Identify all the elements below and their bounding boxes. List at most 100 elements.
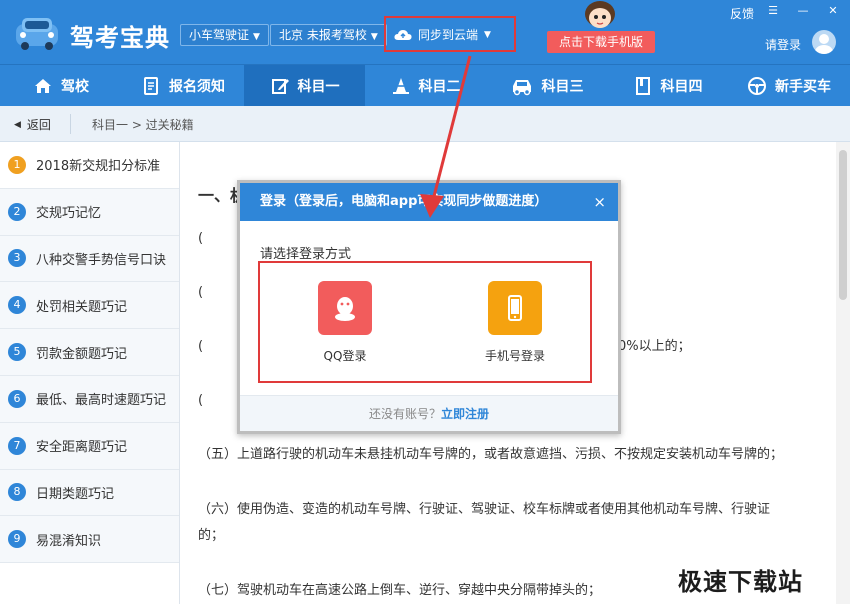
sidebar-item-1[interactable]: 1 2018新交规扣分标准 — [0, 142, 179, 189]
nav-item-subject-two[interactable]: 科目二 — [365, 65, 486, 107]
nav-label: 科目四 — [660, 79, 703, 95]
login-options-highlight: QQ登录 手机号登录 — [258, 261, 592, 383]
sidebar-item-label: 交规巧记忆 — [36, 206, 102, 222]
sidebar-item-9[interactable]: 9 易混淆知识 — [0, 516, 179, 564]
paragraph-fragment: 0%以上的； — [618, 339, 691, 354]
feedback-link[interactable]: 反馈 — [730, 5, 754, 22]
dialog-footer: 还没有账号？立即注册 — [240, 395, 618, 431]
number-badge: 6 — [8, 389, 26, 408]
number-badge: 7 — [8, 436, 26, 455]
mascot-icon — [585, 1, 615, 28]
sync-highlight-box: 同步到云端 ▼ — [384, 16, 516, 52]
car-type-select[interactable]: 小车驾驶证 ▼ — [180, 24, 269, 46]
no-account-text: 还没有账号？ — [368, 407, 441, 421]
nav-label: 科目二 — [418, 79, 461, 95]
steering-wheel-icon — [748, 77, 766, 95]
nav-label: 科目一 — [297, 79, 340, 95]
sidebar-item-3[interactable]: 3 八种交警手势信号口诀 — [0, 235, 179, 283]
sync-cloud-button[interactable]: 同步到云端 ▼ — [394, 25, 491, 45]
document-icon — [144, 77, 158, 95]
caret-down-icon: ▼ — [484, 30, 491, 40]
login-method-prompt: 请选择登录方式 — [260, 247, 352, 262]
number-badge: 4 — [8, 296, 26, 315]
sidebar-item-label: 最低、最高时速题巧记 — [36, 393, 167, 409]
house-icon — [35, 79, 51, 93]
edit-icon — [271, 79, 289, 94]
nav-label: 报名须知 — [169, 79, 225, 95]
nav-item-buy-car[interactable]: 新手买车 — [728, 65, 850, 107]
scrollbar[interactable] — [836, 142, 850, 604]
nav-item-subject-three[interactable]: 科目三 — [486, 65, 607, 107]
phone-login-option[interactable]: 手机号登录 — [460, 281, 570, 364]
number-badge: 2 — [8, 202, 26, 221]
paragraph-fragment: ( — [198, 393, 204, 408]
sidebar-item-2[interactable]: 2 交规巧记忆 — [0, 188, 179, 236]
back-button[interactable]: ◀ 返回 — [14, 116, 51, 133]
avatar[interactable] — [812, 30, 836, 54]
number-badge: 9 — [8, 530, 26, 549]
car-icon — [512, 80, 531, 96]
paragraph-6-cont: 的； — [198, 528, 225, 543]
location-value: 北京 未报考驾校 — [279, 28, 367, 42]
sidebar-item-label: 八种交警手势信号口诀 — [36, 252, 167, 268]
nav-item-registration[interactable]: 报名须知 — [122, 65, 244, 107]
minimize-icon[interactable]: — — [796, 4, 810, 18]
dialog-title: 登录（登录后，电脑和app可实现同步做题进度） — [260, 194, 548, 209]
nav-item-subject-four[interactable]: 科目四 — [607, 65, 728, 107]
qq-icon — [318, 281, 372, 335]
scrollbar-thumb[interactable] — [839, 150, 847, 300]
watermark: 极速下载站 — [678, 568, 803, 596]
sidebar-item-7[interactable]: 7 安全距离题巧记 — [0, 422, 179, 470]
nav-label: 新手买车 — [775, 79, 831, 95]
caret-down-icon: ▼ — [370, 32, 378, 42]
caret-down-icon: ▼ — [253, 32, 260, 42]
sync-label: 同步到云端 — [418, 28, 479, 42]
sidebar-item-label: 罚款金额题巧记 — [36, 346, 128, 362]
cloud-upload-icon — [394, 30, 412, 40]
sidebar-item-4[interactable]: 4 处罚相关题巧记 — [0, 282, 179, 330]
dialog-header: 登录（登录后，电脑和app可实现同步做题进度） × — [240, 183, 618, 221]
sidebar-item-label: 日期类题巧记 — [36, 486, 115, 502]
app-header: 驾考宝典 小车驾驶证 ▼ 北京 未报考驾校 ▼ 同步到云端 ▼ 点击下载手机版 反馈… — [0, 0, 850, 64]
sidebar-item-8[interactable]: 8 日期类题巧记 — [0, 469, 179, 517]
sidebar-item-label: 处罚相关题巧记 — [36, 299, 128, 315]
user-icon — [815, 34, 833, 54]
close-icon[interactable]: × — [593, 183, 606, 221]
paragraph-fragment: ( — [198, 231, 204, 246]
car-logo-icon — [16, 18, 58, 50]
download-mobile-button[interactable]: 点击下载手机版 — [547, 31, 655, 53]
breadcrumb: 科目一 > 过关秘籍 — [92, 118, 194, 132]
breadcrumb-bar: ◀ 返回 科目一 > 过关秘籍 — [0, 106, 850, 142]
back-label: 返回 — [26, 118, 51, 132]
number-badge: 1 — [8, 155, 26, 174]
login-link[interactable]: 请登录 — [765, 36, 801, 53]
nav-label: 科目三 — [541, 79, 584, 95]
paragraph-fragment: ( — [198, 339, 204, 354]
paragraph-6: （六）使用伪造、变造的机动车号牌、行驶证、驾驶证、校车标牌或者使用其他机动车号牌… — [198, 502, 771, 517]
book-icon — [635, 77, 650, 95]
number-badge: 3 — [8, 249, 26, 268]
sidebar-item-label: 易混淆知识 — [36, 533, 102, 549]
phone-icon — [488, 281, 542, 335]
nav-item-subject-one[interactable]: 科目一 — [244, 65, 365, 107]
car-type-value: 小车驾驶证 — [189, 28, 250, 42]
qq-login-label: QQ登录 — [323, 349, 367, 363]
menu-icon[interactable]: ☰ — [766, 4, 780, 18]
sidebar-item-6[interactable]: 6 最低、最高时速题巧记 — [0, 375, 179, 423]
paragraph-7: （七）驾驶机动车在高速公路上倒车、逆行、穿越中央分隔带掉头的； — [198, 583, 602, 598]
topic-sidebar: 1 2018新交规扣分标准 2 交规巧记忆 3 八种交警手势信号口诀 4 处罚相关题巧记… — [0, 142, 180, 604]
nav-item-driving-school[interactable]: 驾校 — [0, 65, 122, 107]
sidebar-item-label: 2018新交规扣分标准 — [36, 159, 161, 175]
main-nav: 驾校 报名须知 科目一 科目二 科目三 科目四 新手买车 — [0, 64, 850, 107]
location-select[interactable]: 北京 未报考驾校 ▼ — [270, 24, 387, 46]
qq-login-option[interactable]: QQ登录 — [290, 281, 400, 364]
cone-icon — [392, 78, 409, 94]
paragraph-fragment: ( — [198, 285, 204, 300]
paragraph-5: （五）上道路行驶的机动车未悬挂机动车号牌的，或者故意遮挡、污损、不按规定安装机动… — [198, 447, 784, 462]
phone-login-label: 手机号登录 — [484, 349, 545, 363]
register-link[interactable]: 立即注册 — [441, 407, 489, 421]
sidebar-item-label: 安全距离题巧记 — [36, 440, 128, 456]
close-icon[interactable]: ✕ — [826, 4, 840, 18]
app-title: 驾考宝典 — [70, 24, 170, 52]
sidebar-item-5[interactable]: 5 罚款金额题巧记 — [0, 329, 179, 376]
